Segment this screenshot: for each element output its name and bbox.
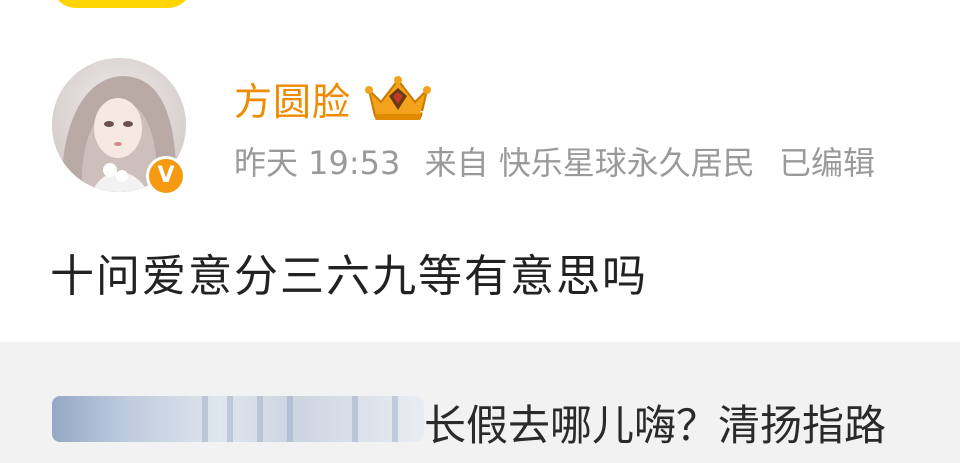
post-source[interactable]: 来自 快乐星球永久居民 (425, 144, 755, 182)
post-meta: 昨天 19:53 来自 快乐星球永久居民 已编辑 (234, 138, 889, 184)
username[interactable]: 方圆脸 (234, 71, 351, 126)
post-content: 十问爱意分三六九等有意思吗 (50, 251, 648, 302)
weibo-post-view: V 方圆脸 1 昨天 19:53 来自 快乐星球永久居民 已编辑 十问爱意分三六… (0, 0, 960, 463)
comment-text[interactable]: 长假去哪儿嗨？清扬指路 (424, 392, 886, 453)
top-yellow-button[interactable] (52, 0, 192, 8)
post-time: 昨天 19:53 (234, 144, 401, 182)
username-row: 方圆脸 1 (234, 68, 433, 128)
blurred-username (52, 396, 424, 442)
crown-icon[interactable]: 1 (363, 72, 433, 124)
post-edited-label[interactable]: 已编辑 (779, 144, 875, 182)
verified-icon: V (146, 156, 186, 196)
crown-level: 1 (419, 109, 427, 123)
